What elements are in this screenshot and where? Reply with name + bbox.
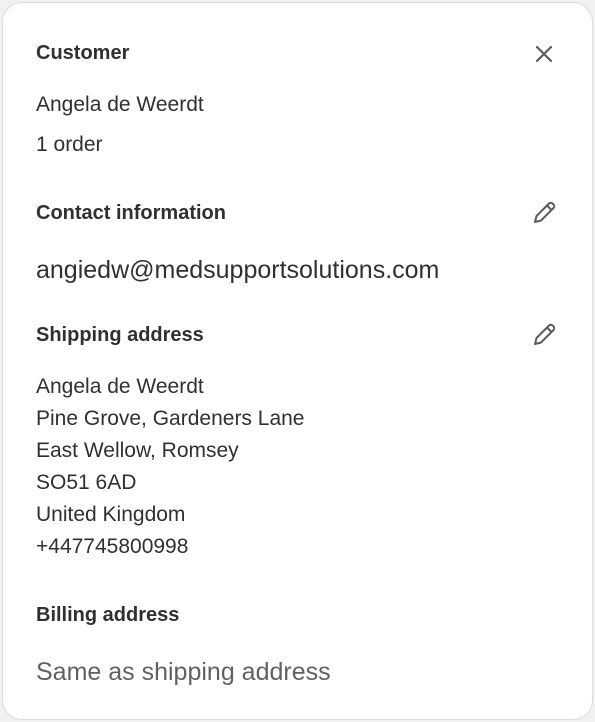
customer-card: Customer Angela de Weerdt 1 order Contac… — [2, 2, 593, 720]
close-icon — [535, 45, 553, 63]
shipping-heading: Shipping address — [36, 324, 204, 346]
shipping-line-name: Angela de Weerdt — [36, 375, 204, 398]
edit-contact-button[interactable] — [527, 196, 561, 230]
pencil-icon — [534, 201, 556, 223]
pencil-icon — [534, 323, 556, 345]
shipping-line-town: East Wellow, Romsey — [36, 439, 239, 462]
close-button[interactable] — [527, 37, 561, 71]
shipping-line-country: United Kingdom — [36, 503, 186, 526]
shipping-line-phone[interactable]: +447745800998 — [36, 535, 188, 559]
customer-name-link[interactable]: Angela de Weerdt — [36, 93, 204, 117]
billing-heading: Billing address — [36, 604, 180, 626]
shipping-line-postcode: SO51 6AD — [36, 471, 137, 494]
customer-heading: Customer — [36, 42, 130, 64]
billing-same-as-shipping: Same as shipping address — [36, 658, 331, 686]
edit-shipping-button[interactable] — [527, 318, 561, 352]
contact-email[interactable]: angiedw@medsupportsolutions.com — [36, 256, 439, 285]
shipping-line-street: Pine Grove, Gardeners Lane — [36, 407, 305, 430]
contact-heading: Contact information — [36, 202, 226, 224]
customer-orders-link[interactable]: 1 order — [36, 133, 103, 157]
